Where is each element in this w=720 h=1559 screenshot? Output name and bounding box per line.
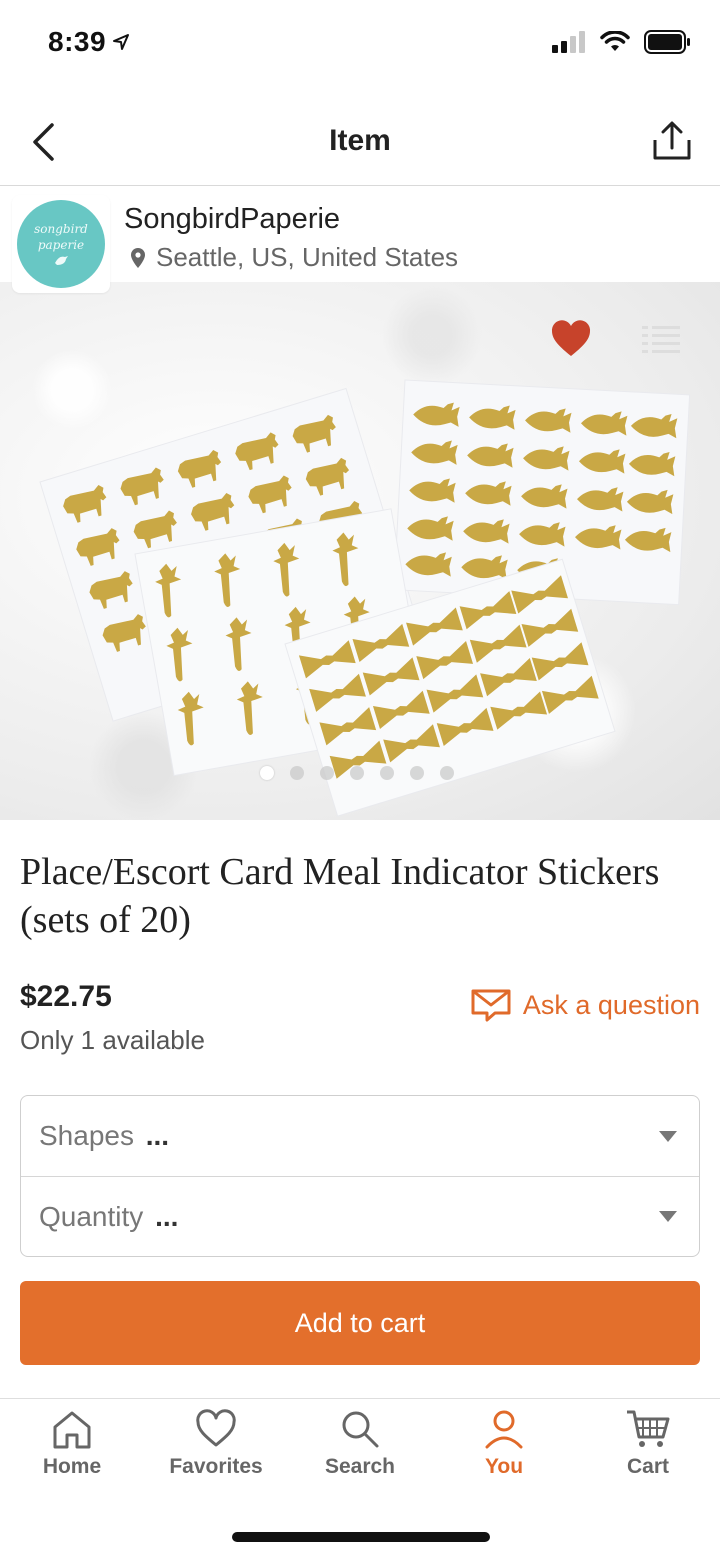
shop-logo-text-2: paperie — [37, 238, 85, 252]
person-icon — [485, 1410, 523, 1449]
share-button[interactable] — [648, 116, 696, 166]
tab-you[interactable]: You — [432, 1399, 576, 1498]
bird-icon — [55, 256, 68, 265]
page-title: Item — [329, 124, 391, 157]
price: $22.75 — [20, 980, 112, 1013]
envelope-icon — [471, 989, 511, 1022]
status-time: 8:39 — [48, 26, 130, 58]
carousel-dot[interactable] — [290, 766, 304, 780]
quantity-select[interactable]: Quantity ... — [21, 1176, 699, 1256]
tab-search[interactable]: Search — [288, 1399, 432, 1498]
tab-search-label: Search — [324, 1455, 396, 1478]
tab-cart[interactable]: Cart — [576, 1399, 720, 1498]
tab-home-label: Home — [42, 1455, 102, 1478]
shop-location-text: Seattle, US, United States — [156, 242, 459, 272]
nav-bar: Item — [0, 98, 720, 186]
tab-you-label: You — [484, 1455, 524, 1478]
tab-favorites[interactable]: Favorites — [144, 1399, 288, 1498]
shop-name[interactable]: SongbirdPaperie — [124, 203, 340, 236]
home-icon — [53, 1411, 91, 1449]
shop-location: Seattle, US, United States — [130, 242, 458, 273]
caret-down-icon — [659, 1211, 677, 1222]
status-indicators — [552, 30, 692, 54]
cart-icon — [627, 1410, 670, 1447]
shop-logo: songbird paperie — [17, 200, 105, 288]
battery-icon — [644, 30, 690, 54]
search-icon — [342, 1411, 379, 1448]
tab-cart-label: Cart — [626, 1455, 669, 1478]
carousel-dot[interactable] — [410, 766, 424, 780]
product-title: Place/Escort Card Meal Indicator Sticker… — [20, 851, 660, 941]
carousel-dot[interactable] — [440, 766, 454, 780]
caret-down-icon — [659, 1130, 677, 1142]
favorite-button[interactable] — [550, 318, 592, 358]
shapes-select[interactable]: Shapes ... — [21, 1096, 699, 1176]
ask-question-button[interactable]: Ask a question — [471, 988, 700, 1022]
heart-filled-icon — [551, 320, 591, 356]
add-to-list-button[interactable] — [642, 324, 680, 356]
heart-icon — [196, 1409, 236, 1447]
carousel-dot[interactable] — [350, 766, 364, 780]
availability: Only 1 available — [20, 1025, 205, 1055]
carousel-dots — [0, 766, 717, 780]
status-bar: 8:39 — [0, 0, 720, 90]
shop-logo-text-1: songbird — [34, 222, 88, 236]
tab-home[interactable]: Home — [0, 1399, 144, 1498]
ask-question-label: Ask a question — [522, 989, 700, 1020]
wifi-icon — [600, 31, 630, 51]
carousel-dot[interactable] — [260, 766, 274, 780]
quantity-select-label: Quantity ... — [39, 1200, 179, 1232]
tab-favorites-label: Favorites — [169, 1455, 263, 1478]
carousel-dot[interactable] — [320, 766, 334, 780]
variation-selects: Shapes ... Quantity ... — [20, 1095, 700, 1257]
carousel-dot[interactable] — [380, 766, 394, 780]
signal-icon — [552, 31, 585, 53]
tab-bar: Home Favorites Search You Cart — [0, 1398, 720, 1498]
shop-header[interactable]: songbird paperie SongbirdPaperie Seattle… — [0, 187, 720, 293]
list-icon — [642, 326, 680, 353]
location-arrow-icon — [113, 34, 130, 50]
shapes-select-label: Shapes ... — [39, 1120, 170, 1151]
home-indicator — [232, 1532, 490, 1542]
share-icon — [653, 121, 691, 160]
add-to-cart-button[interactable]: Add to cart — [20, 1281, 700, 1365]
location-pin-icon — [131, 247, 145, 268]
stickers-photo — [39, 379, 691, 817]
shop-avatar[interactable]: songbird paperie — [12, 195, 110, 293]
product-image[interactable] — [0, 282, 720, 820]
status-time-text: 8:39 — [48, 26, 107, 57]
